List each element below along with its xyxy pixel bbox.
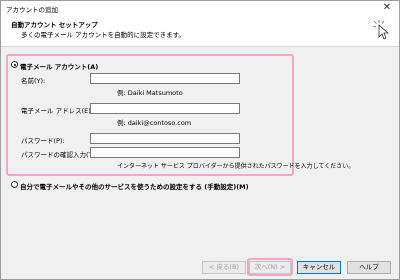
email-account-label[interactable]: 電子メール アカウント(A) [20,61,98,71]
email-account-radio[interactable] [11,61,18,68]
header-panel: 自動アカウント セットアップ 多くの電子メール アカウントを自動的に設定できます… [1,14,399,47]
add-account-dialog: アカウントの追加 ✕ 自動アカウント セットアップ 多くの電子メール アカウント… [0,0,400,280]
cursor-icon [372,20,389,40]
manual-setup-radio[interactable] [11,181,18,188]
title-bar: アカウントの追加 ✕ [1,1,399,14]
password-input[interactable] [90,133,240,144]
close-icon[interactable]: ✕ [379,2,395,13]
window-title: アカウントの追加 [6,6,58,14]
manual-setup-label[interactable]: 自分で電子メールやその他のサービスを使うための設定をする (手動設定)(M) [20,181,249,191]
password-confirm-input[interactable] [90,147,240,158]
next-button[interactable]: 次へ(N) > [249,261,291,274]
email-label: 電子メール アドレス(E): [21,107,93,115]
email-input[interactable] [90,103,240,114]
back-button[interactable]: < 戻る(B) [202,261,246,274]
email-hint: 例: daiki@contoso.com [117,119,192,127]
password-hint: インターネット サービス プロバイダーから提供されたパスワードを入力してください… [117,163,355,170]
name-input[interactable] [90,73,240,84]
name-label: 名前(Y): [21,77,46,85]
password-confirm-label: パスワードの確認入力(T): [21,151,98,159]
cancel-button[interactable]: キャンセル [297,261,341,274]
name-hint: 例: Daiki Matsumoto [117,89,183,97]
help-button[interactable]: ヘルプ [347,261,391,274]
page-title: 自動アカウント セットアップ [11,21,98,29]
password-label: パスワード(P): [21,137,65,145]
page-subtitle: 多くの電子メール アカウントを自動的に設定できます。 [21,31,185,39]
